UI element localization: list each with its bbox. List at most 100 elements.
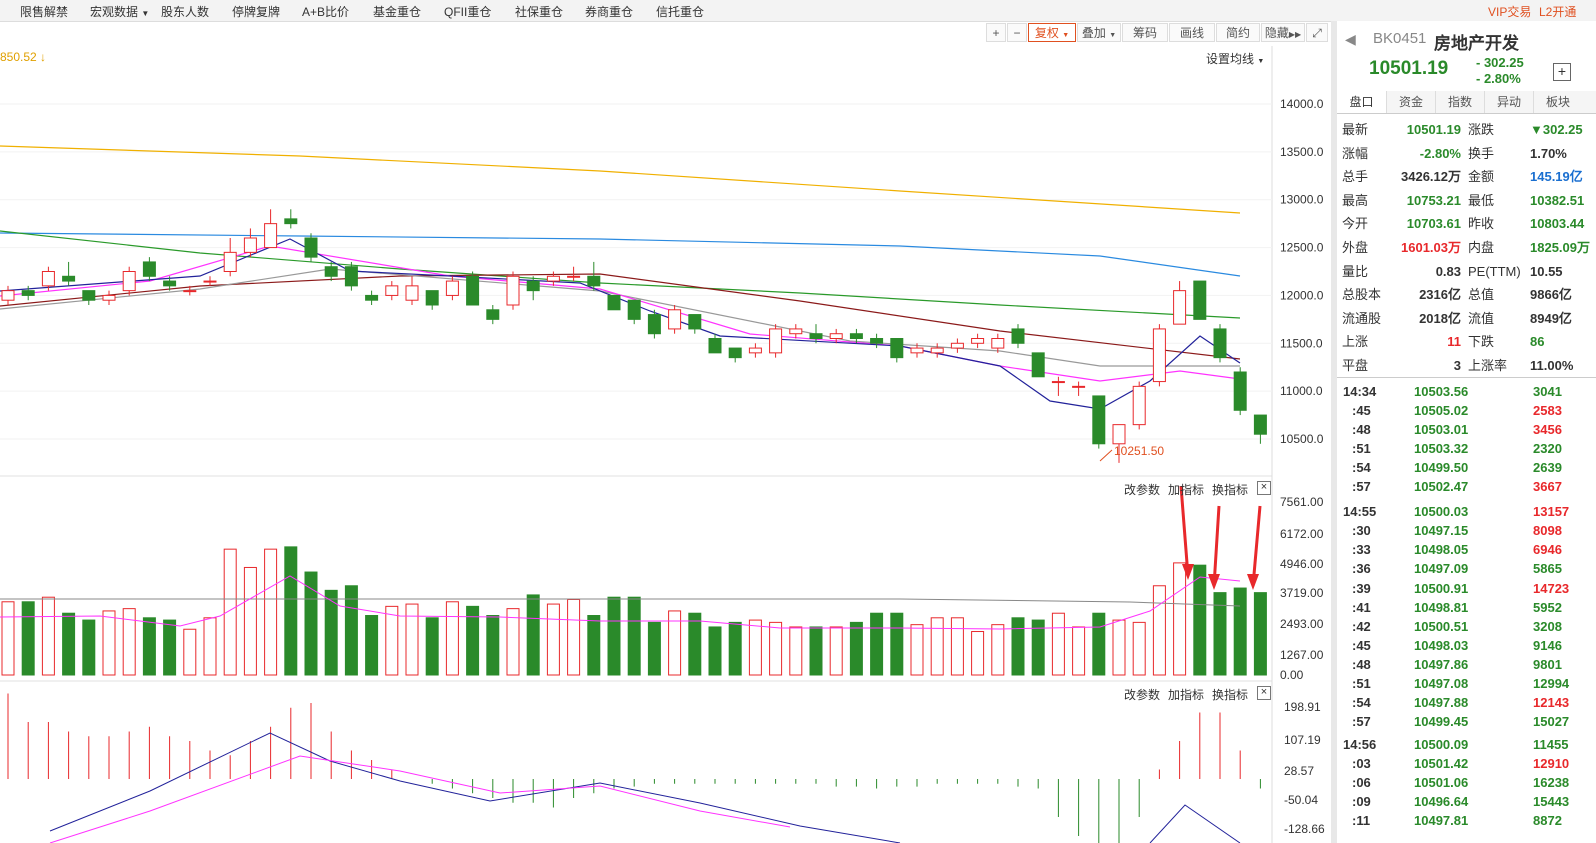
- tick-row: :06 10501.06 16238: [1337, 773, 1596, 792]
- quote-label: 内盘: [1468, 240, 1495, 255]
- annotation-arrowhead: [1208, 574, 1220, 590]
- menu-qfii[interactable]: QFII重仓: [444, 3, 491, 20]
- candle: [284, 218, 298, 225]
- volume-bar: [203, 617, 217, 676]
- tick-volume: 6946: [1533, 542, 1562, 558]
- tick-volume: 16238: [1533, 775, 1570, 790]
- vip-trade-link[interactable]: VIP交易: [1488, 3, 1531, 20]
- quote-label: 总股本: [1342, 287, 1382, 303]
- quote-label: 涨幅: [1342, 145, 1369, 161]
- volume-bar: [486, 615, 500, 676]
- volume-tick: 0.00: [1280, 668, 1304, 682]
- tab-zhishu[interactable]: 指数: [1436, 91, 1485, 113]
- candle: [688, 314, 702, 330]
- volume-bar: [1253, 592, 1267, 676]
- macd-dea-line: [49, 755, 791, 843]
- candle: [1112, 424, 1126, 445]
- menu-quanshang[interactable]: 券商重仓: [585, 3, 633, 20]
- menu-gudong[interactable]: 股东人数: [161, 3, 209, 20]
- price-tick: 11500.0: [1280, 336, 1323, 350]
- tick-price: 10497.15: [1414, 523, 1469, 539]
- volume-bar: [183, 628, 197, 676]
- tick-price: 10497.08: [1414, 675, 1469, 691]
- quote-value: 1825.09万: [1530, 240, 1590, 255]
- candle: [264, 223, 278, 249]
- menu-hongguan[interactable]: 宏观数据 ▼: [90, 3, 149, 20]
- divider: [1337, 377, 1596, 378]
- ma-line-pink: [0, 245, 1241, 382]
- volume-bar: [1152, 585, 1166, 676]
- vol-add-indicator-link[interactable]: 加指标: [1168, 481, 1204, 498]
- volume-bar: [284, 546, 298, 676]
- ma-setting-dropdown[interactable]: 设置均线 ▼: [1206, 50, 1264, 67]
- candle: [849, 333, 863, 340]
- vol-swap-indicator-link[interactable]: 换指标: [1212, 481, 1248, 498]
- quote-label: 量比: [1342, 263, 1369, 279]
- tab-bankuai[interactable]: 板块: [1534, 91, 1596, 113]
- price-tick: 11000.0: [1280, 384, 1323, 398]
- volume-tick: 1267.00: [1280, 648, 1324, 662]
- tick-price: 10502.47: [1414, 479, 1469, 495]
- menu-xintuo[interactable]: 信托重仓: [656, 3, 704, 20]
- price-tick: 10500.0: [1280, 432, 1324, 446]
- tick-row: :42 10500.51 3208: [1337, 617, 1596, 636]
- tab-zijin[interactable]: 资金: [1387, 91, 1436, 113]
- volume-bar: [82, 619, 96, 676]
- candle: [1213, 328, 1227, 359]
- tick-row: :03 10501.42 12910: [1337, 754, 1596, 773]
- quote-label: 金额: [1468, 169, 1495, 185]
- volume-tick: 7561.00: [1280, 495, 1324, 509]
- macd-dif-line-right: [1149, 804, 1241, 843]
- kline-chart-area[interactable]: 14000.0 13500.0 13000.0 12500.0 12000.0 11500…: [0, 21, 1331, 843]
- candle: [809, 333, 823, 340]
- tick-time: 14:34: [1343, 384, 1377, 399]
- quote-value: 8949亿: [1530, 310, 1572, 326]
- price-tick: 13500.0: [1280, 145, 1324, 159]
- tick-row: :51 10497.08 12994: [1337, 674, 1596, 693]
- menu-xianshou[interactable]: 限售解禁: [20, 3, 68, 20]
- add-watchlist-icon[interactable]: +: [1553, 63, 1571, 81]
- tick-volume: 9801: [1533, 656, 1562, 672]
- candle: [425, 290, 439, 306]
- candle: [82, 290, 96, 301]
- menu-ab[interactable]: A+B比价: [302, 3, 349, 20]
- quote-value: 145.19亿: [1530, 169, 1583, 185]
- quote-row: 涨幅 -2.80% 换手 1.70%: [1337, 142, 1596, 165]
- candle: [62, 275, 76, 282]
- tab-pankou[interactable]: 盘口: [1337, 91, 1387, 113]
- volume-bar: [304, 571, 318, 676]
- l2-open-link[interactable]: L2开通: [1539, 3, 1576, 20]
- macd-swap-indicator-link[interactable]: 换指标: [1212, 686, 1248, 703]
- tick-time: :48: [1352, 422, 1371, 438]
- tab-yidong[interactable]: 异动: [1485, 91, 1534, 113]
- tick-row: :54 10497.88 12143: [1337, 693, 1596, 712]
- tick-row: :45 10505.02 2583: [1337, 401, 1596, 420]
- candle: [183, 290, 197, 293]
- quote-value: 9866亿: [1530, 287, 1572, 303]
- volume-bar: [789, 626, 803, 676]
- volume-bar: [1051, 612, 1065, 676]
- ma-line-blue: [0, 232, 1241, 277]
- candle: [1253, 414, 1267, 435]
- tick-volume: 9146: [1533, 637, 1562, 653]
- volume-bar: [506, 608, 520, 676]
- menu-shebao[interactable]: 社保重仓: [515, 3, 563, 20]
- vol-close-icon[interactable]: ×: [1257, 481, 1271, 495]
- quote-value: 10803.44: [1530, 216, 1585, 232]
- quote-label: 最新: [1342, 122, 1369, 137]
- candle: [365, 294, 379, 301]
- back-arrow-icon[interactable]: ◀: [1345, 31, 1356, 48]
- macd-change-params-link[interactable]: 改参数: [1124, 686, 1160, 703]
- tick-volume: 3667: [1533, 479, 1562, 495]
- menu-jijin[interactable]: 基金重仓: [373, 3, 421, 20]
- vol-change-params-link[interactable]: 改参数: [1124, 481, 1160, 498]
- volume-bar: [163, 619, 177, 676]
- volume-bar: [708, 626, 722, 676]
- volume-bar: [829, 626, 843, 676]
- macd-add-indicator-link[interactable]: 加指标: [1168, 686, 1204, 703]
- price-tick: 12500.0: [1280, 241, 1324, 255]
- tick-volume: 8872: [1533, 813, 1562, 829]
- menu-tingpai[interactable]: 停牌复牌: [232, 3, 280, 20]
- tick-time: 14:56: [1343, 736, 1377, 752]
- macd-close-icon[interactable]: ×: [1257, 686, 1271, 700]
